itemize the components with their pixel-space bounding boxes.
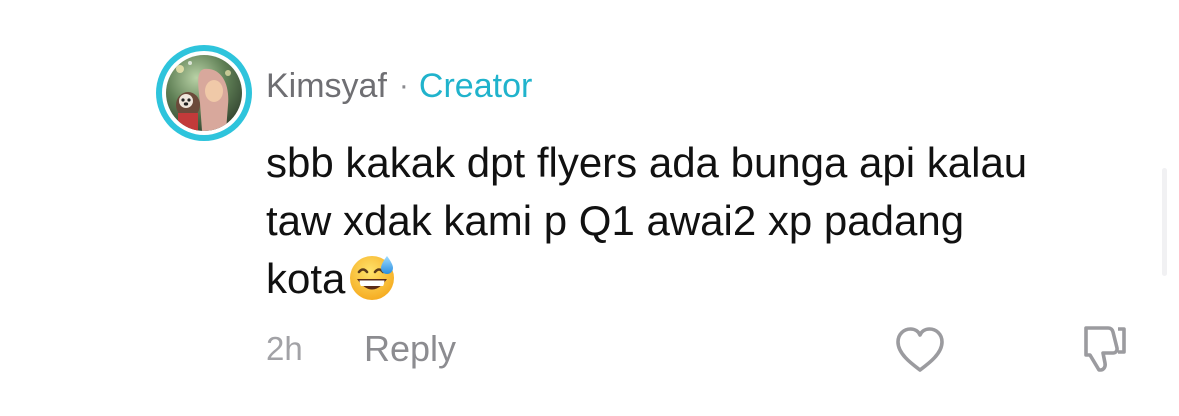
thumbs-down-outline-icon: [1084, 326, 1126, 372]
avatar-photo: [166, 55, 242, 131]
comment-text-line: kota: [266, 255, 346, 302]
scrollbar[interactable]: [1162, 168, 1167, 276]
comment-item: Kimsyaf · Creator sbb kakak dpt flyers a…: [0, 0, 1179, 416]
creator-badge: Creator: [418, 66, 533, 105]
comment-text: sbb kakak dpt flyers ada bunga api kalau…: [266, 134, 1146, 308]
like-button[interactable]: [890, 320, 950, 380]
grinning-face-with-sweat-icon: [347, 252, 397, 302]
heart-outline-icon: [896, 327, 944, 372]
comment-header: Kimsyaf · Creator: [266, 64, 532, 108]
avatar-gap: [162, 51, 246, 135]
separator-dot: ·: [398, 69, 409, 102]
username[interactable]: Kimsyaf: [266, 67, 387, 106]
reply-button[interactable]: Reply: [364, 328, 456, 370]
timestamp: 2h: [266, 330, 303, 367]
dislike-button[interactable]: [1072, 318, 1132, 378]
comment-text-line: taw xdak kami p Q1 awai2 xp padang: [266, 197, 965, 244]
comment-text-line-last: kota: [266, 250, 1146, 308]
avatar[interactable]: [156, 45, 252, 141]
comment-text-line: sbb kakak dpt flyers ada bunga api kalau: [266, 139, 1028, 186]
